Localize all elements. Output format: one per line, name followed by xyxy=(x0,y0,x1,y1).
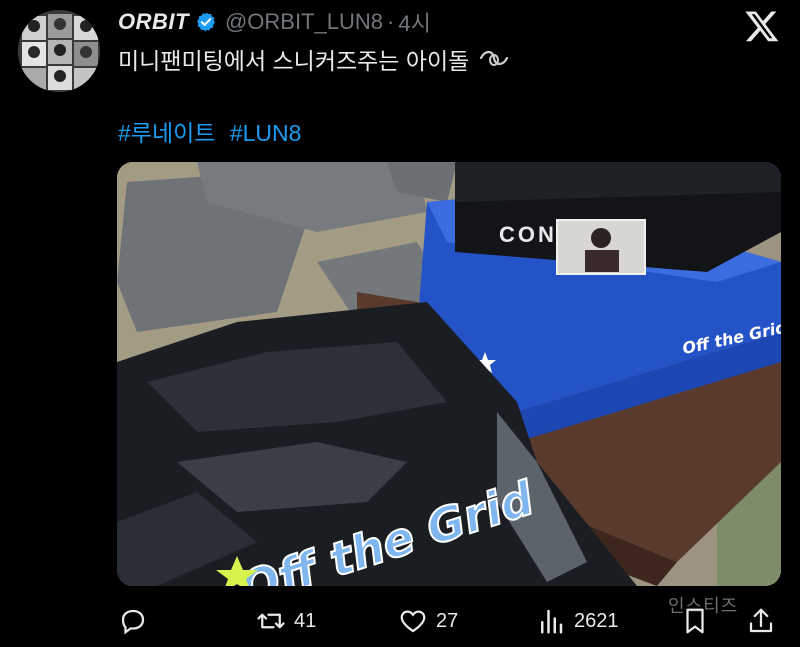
verified-badge-icon xyxy=(196,12,215,32)
watermark-text: 인스티즈 xyxy=(668,596,739,616)
author-handle[interactable]: @ORBIT_LUN8 xyxy=(225,9,383,35)
share-icon xyxy=(749,608,773,633)
avatar[interactable] xyxy=(18,10,100,92)
avatar-image xyxy=(18,10,100,92)
reply-icon xyxy=(121,609,145,635)
tweet-header: ORBIT @ORBIT_LUN8 · 4시 xyxy=(118,8,431,36)
retweet-count: 41 xyxy=(294,609,317,632)
retweet-icon xyxy=(257,613,285,629)
like-count: 27 xyxy=(436,609,459,632)
separator-dot: · xyxy=(387,9,395,34)
author-name[interactable]: ORBIT xyxy=(118,9,189,35)
hashtag-list: #루네이트 #LUN8 xyxy=(118,114,309,148)
tweet-body: 미니팬미팅에서 스니커즈주는 아이돌 xyxy=(118,48,470,74)
share-button[interactable] xyxy=(746,606,776,636)
hashtag-lun8[interactable]: #LUN8 xyxy=(230,120,302,146)
tweet-time[interactable]: 4시 xyxy=(398,6,430,38)
photo-scene: CONVERSE Off the Grid Off the Grid xyxy=(117,162,781,586)
retweet-button[interactable]: 41 xyxy=(256,606,316,636)
reply-button[interactable] xyxy=(118,606,148,636)
heart-icon xyxy=(400,610,426,633)
views-icon xyxy=(541,609,563,634)
hashtag-lunate[interactable]: #루네이트 xyxy=(118,120,215,146)
views-button[interactable]: 2621 xyxy=(536,606,619,636)
tweet-text: 미니팬미팅에서 스니커즈주는 아이돌 xyxy=(118,42,509,76)
tweet-media-photo[interactable]: CONVERSE Off the Grid Off the Grid xyxy=(117,162,781,586)
like-button[interactable]: 27 xyxy=(398,606,458,636)
views-count: 2621 xyxy=(574,609,619,632)
x-logo-icon[interactable] xyxy=(744,8,780,44)
loop-emoji-icon xyxy=(480,50,509,66)
